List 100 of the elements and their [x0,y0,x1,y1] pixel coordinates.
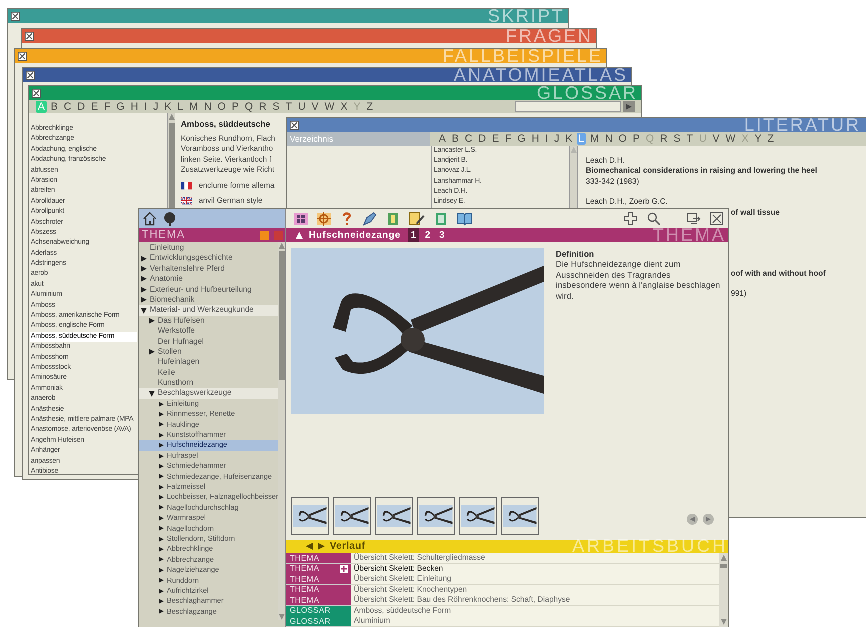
plus-icon[interactable] [624,212,638,226]
scroll-thumb[interactable] [168,123,174,209]
letter-tab[interactable]: O [616,133,629,145]
thumbnail[interactable] [459,497,497,535]
letter-tab[interactable]: X [338,100,350,112]
page-tab[interactable]: 1 [408,228,420,242]
tree-icon[interactable] [163,212,177,226]
letter-tab[interactable]: N [202,100,214,112]
page-tab[interactable]: 3 [436,228,448,242]
plus-icon[interactable] [340,564,348,572]
letter-tab[interactable]: N [603,133,615,145]
letter-tab[interactable]: J [552,133,562,145]
letter-tab[interactable]: B [450,133,462,145]
letter-tab[interactable]: H [530,133,542,145]
letter-tab[interactable]: M [588,133,602,145]
letter-tab[interactable]: K [162,100,174,112]
letter-tab[interactable]: C [62,100,74,112]
window-title: GLOSSAR [536,86,638,100]
letter-tab[interactable]: P [230,100,241,112]
scroll-thumb[interactable] [278,251,284,380]
scrollbar[interactable] [168,113,175,209]
letter-tab[interactable]: R [257,100,269,112]
letter-tab[interactable]: F [503,133,514,145]
thumbnail[interactable] [333,497,371,535]
letter-tab[interactable]: S [672,133,683,145]
scrollbar[interactable] [570,146,577,208]
letter-tab[interactable]: E [89,100,100,112]
letter-tab[interactable]: J [151,100,161,112]
page-tab[interactable]: 2 [422,228,434,242]
letter-tab[interactable]: I [543,133,550,145]
letter-tab[interactable]: Z [364,100,376,112]
close-icon[interactable] [25,32,34,40]
letter-tab[interactable]: G [516,133,528,145]
book-icon[interactable] [386,212,400,226]
letter-tab[interactable]: I [142,100,150,112]
close-icon[interactable] [32,88,41,98]
letter-tab[interactable]: U [296,100,308,112]
letter-tab[interactable]: H [128,100,140,112]
close-icon[interactable] [11,12,20,20]
letter-tab[interactable]: Z [766,133,776,145]
grid-icon[interactable] [294,212,308,226]
search-icon[interactable] [647,212,661,226]
help-icon[interactable] [340,212,354,226]
window-title: SKRIPT [488,9,565,23]
close-icon[interactable] [290,120,299,130]
letter-tab[interactable]: A [437,133,448,145]
definition-heading: Definition [556,249,594,259]
letter-tab[interactable]: P [630,133,642,145]
next-button[interactable] [703,514,714,525]
letter-tab[interactable]: B [49,100,60,112]
letter-tab[interactable]: Q [242,100,256,112]
letter-tab[interactable]: W [724,133,738,145]
letter-tab[interactable]: M [187,100,200,112]
open-book-icon[interactable] [457,212,473,226]
thumbnail[interactable] [291,497,329,535]
letter-tab[interactable]: K [564,133,575,145]
letter-tab[interactable]: D [476,133,488,145]
source-tag: THEMA [286,574,351,585]
thumbnail[interactable] [501,497,539,535]
letter-tab[interactable]: S [270,100,282,112]
scrollbar[interactable] [278,242,285,620]
home-icon[interactable] [143,212,157,226]
letter-tab[interactable]: E [490,133,502,145]
letter-tab[interactable]: L [176,100,186,112]
letter-tab[interactable]: D [76,100,88,112]
pen-icon[interactable] [363,212,377,226]
thumbnail[interactable] [375,497,413,535]
close-icon[interactable] [710,212,724,226]
go-button[interactable] [623,101,635,112]
previous-button[interactable] [687,514,698,525]
letter-tab[interactable]: T [284,100,294,112]
scroll-thumb[interactable] [720,564,727,568]
letter-tab[interactable]: V [710,133,722,145]
play-icon[interactable] [626,104,632,110]
up-arrow-icon[interactable] [296,232,303,238]
letter-tab[interactable]: G [114,100,127,112]
scrollbar[interactable] [719,553,728,627]
workbook-title: ARBEITSBUCH [572,540,728,553]
square-marker-icon[interactable] [260,230,269,240]
letter-tab[interactable]: F [102,100,113,112]
letter-tab[interactable]: O [216,100,228,112]
caret-icon[interactable] [149,349,155,356]
letter-tab[interactable]: Y [752,133,764,145]
notepad-icon[interactable] [409,212,425,226]
back-arrow-icon[interactable] [306,543,313,550]
close-icon[interactable] [18,52,27,60]
letter-tab[interactable]: T [684,133,696,145]
forward-arrow-icon[interactable] [318,543,325,550]
close-icon[interactable] [26,70,35,80]
letter-tab[interactable]: V [310,100,321,112]
thumbnail[interactable] [417,497,455,535]
binder-icon[interactable] [434,212,448,226]
letter-tab[interactable]: C [463,133,475,145]
panel-title: THEMA [142,228,186,242]
square-marker-icon[interactable] [274,230,283,240]
crosshair-icon[interactable] [317,212,331,226]
search-field[interactable] [515,101,621,112]
export-icon[interactable] [687,212,701,226]
letter-tab[interactable]: W [322,100,337,112]
letter-tab[interactable]: R [658,133,670,145]
